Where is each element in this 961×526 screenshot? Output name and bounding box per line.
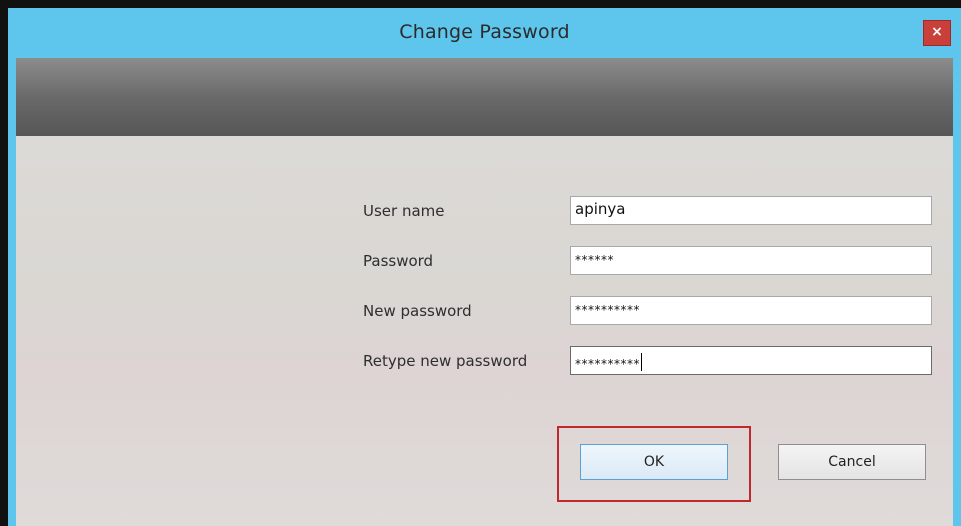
ok-button[interactable]: OK xyxy=(580,444,728,480)
retype-password-label: Retype new password xyxy=(363,352,528,370)
dialog-title: Change Password xyxy=(399,21,570,43)
screenshot-frame: Change Password × User name apinya Passw… xyxy=(0,0,961,526)
new-password-row: New password ********** xyxy=(16,296,953,326)
password-row: Password ****** xyxy=(16,246,953,276)
username-row: User name apinya xyxy=(16,196,953,226)
close-icon: × xyxy=(931,24,943,40)
new-password-value: ********** xyxy=(575,303,640,317)
new-password-field[interactable]: ********** xyxy=(570,296,932,325)
change-password-dialog: Change Password × User name apinya Passw… xyxy=(8,8,961,526)
password-field[interactable]: ****** xyxy=(570,246,932,275)
dialog-body: User name apinya Password ****** New pas… xyxy=(16,136,953,526)
new-password-label: New password xyxy=(363,302,472,320)
header-banner xyxy=(16,58,953,136)
text-caret xyxy=(641,353,642,371)
username-label: User name xyxy=(363,202,445,220)
retype-password-row: Retype new password ********** xyxy=(16,346,953,376)
cancel-button[interactable]: Cancel xyxy=(778,444,926,480)
password-value: ****** xyxy=(575,253,614,267)
close-button[interactable]: × xyxy=(923,20,951,46)
retype-password-field[interactable]: ********** xyxy=(570,346,932,375)
password-label: Password xyxy=(363,252,434,270)
title-bar[interactable]: Change Password × xyxy=(16,8,953,58)
username-value: apinya xyxy=(575,200,626,218)
username-field[interactable]: apinya xyxy=(570,196,932,225)
retype-password-value: ********** xyxy=(575,357,640,371)
